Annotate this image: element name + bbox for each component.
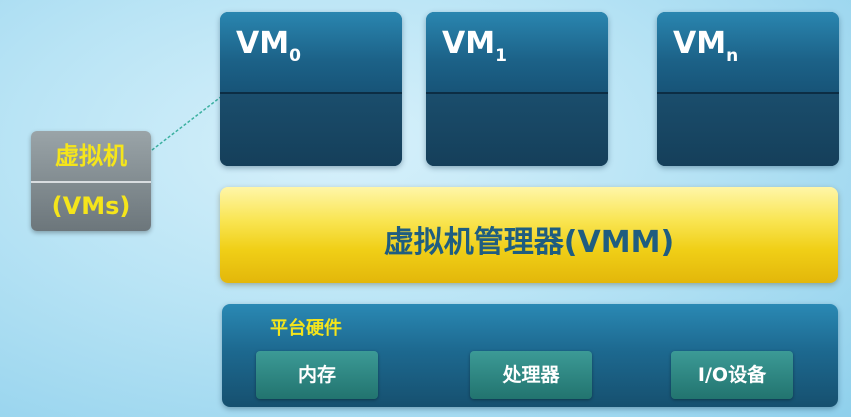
- hardware-processor: 处理器: [470, 351, 592, 399]
- vm-box-0-top: VM0: [220, 12, 402, 92]
- vm-name-0: VM: [236, 26, 290, 61]
- vmm-label: 虚拟机管理器(VMM): [383, 225, 675, 260]
- vm-name-n: VM: [673, 26, 727, 61]
- vm-box-0: VM0: [220, 12, 402, 166]
- vm-name-1: VM: [442, 26, 496, 61]
- vm-label-1: VM1: [442, 26, 507, 66]
- vm-box-n-top: VMn: [657, 12, 839, 92]
- vm-box-1-bottom: [426, 92, 608, 166]
- vm-sub-1: 1: [495, 46, 507, 66]
- hardware-memory: 内存: [256, 351, 378, 399]
- hardware-platform: 平台硬件 内存 处理器 I/O设备: [222, 304, 838, 407]
- vm-box-0-bottom: [220, 92, 402, 166]
- vm-box-1-top: VM1: [426, 12, 608, 92]
- vms-legend-box: 虚拟机 (VMs): [31, 131, 151, 231]
- vms-legend-subtitle: (VMs): [51, 192, 131, 220]
- vm-box-1: VM1: [426, 12, 608, 166]
- vm-box-n-bottom: [657, 92, 839, 166]
- vm-label-n: VMn: [673, 26, 738, 66]
- vm-sub-0: 0: [289, 46, 301, 66]
- vm-label-0: VM0: [236, 26, 301, 66]
- hardware-title: 平台硬件: [270, 318, 342, 339]
- vmm-layer: 虚拟机管理器(VMM): [220, 187, 838, 283]
- vm-box-n: VMn: [657, 12, 839, 166]
- vms-legend-title: 虚拟机: [31, 131, 151, 183]
- hardware-io-devices: I/O设备: [671, 351, 793, 399]
- vm-sub-n: n: [726, 46, 739, 66]
